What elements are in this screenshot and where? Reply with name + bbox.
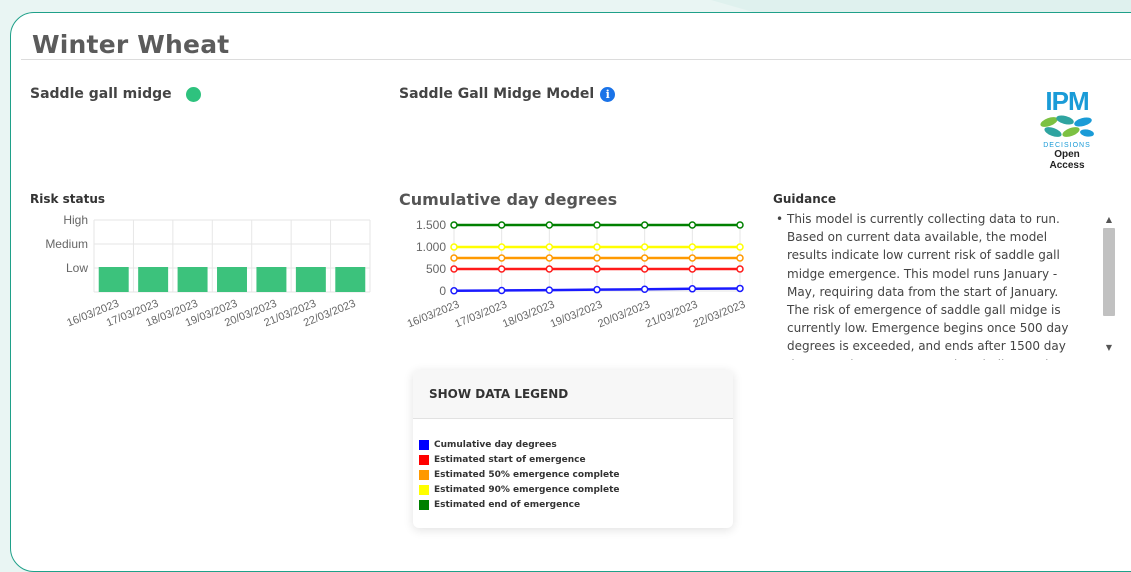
risk-status-dot <box>185 86 201 102</box>
logo-main-text: IPM <box>1045 86 1089 116</box>
model-heading: Saddle Gall Midge Model i <box>399 86 616 102</box>
series-point <box>545 243 554 251</box>
guidance-scroll-area[interactable]: This model is currently collecting data … <box>773 210 1089 360</box>
cumulative-chart-title: Cumulative day degrees <box>399 190 618 209</box>
y-tick-label: Low <box>66 261 88 275</box>
series-point <box>497 243 506 251</box>
series-point <box>736 221 744 229</box>
legend-item: Estimated 90% emergence complete <box>419 482 733 497</box>
x-tick-label: 17/03/2023 <box>453 299 509 331</box>
series-point <box>593 265 601 273</box>
legend-swatch <box>419 454 429 465</box>
series-point <box>497 265 506 273</box>
legend-item: Cumulative day degrees <box>419 437 733 452</box>
model-name: Saddle Gall Midge Model <box>399 86 595 102</box>
x-tick-label: 21/03/2023 <box>644 299 700 331</box>
risk-bar <box>295 267 326 292</box>
x-tick-label: 19/03/2023 <box>549 299 605 331</box>
series-point <box>593 243 601 251</box>
x-tick-label: 20/03/2023 <box>596 299 652 331</box>
risk-bar <box>335 267 366 292</box>
legend-label: Estimated end of emergence <box>434 499 581 510</box>
risk-bar <box>98 267 129 292</box>
series-point <box>497 221 506 229</box>
y-tick-label: 500 <box>426 262 446 276</box>
logo-sub-text: DECISIONS <box>1043 142 1091 149</box>
legend-swatch <box>419 499 429 510</box>
scroll-up-icon[interactable]: ▲ <box>1102 214 1116 226</box>
leaves-icon <box>1040 115 1094 137</box>
series-point <box>450 243 458 251</box>
y-tick-label: High <box>63 213 88 227</box>
series-point <box>688 254 697 262</box>
series-point <box>640 221 649 229</box>
series-point <box>688 221 697 229</box>
series-point <box>545 221 554 229</box>
legend-item: Estimated end of emergence <box>419 497 733 512</box>
pest-heading: Saddle gall midge <box>30 86 201 102</box>
legend-list: Cumulative day degrees Estimated start o… <box>413 419 733 512</box>
series-point <box>450 254 458 262</box>
crop-title: Winter Wheat <box>32 30 238 59</box>
risk-bar <box>217 267 247 292</box>
legend-item: Estimated 50% emergence complete <box>419 467 733 482</box>
cumulative-day-degrees-chart: 0 500 1.000 1.500 16/03/202317/03/202318/03/… <box>406 218 748 331</box>
logo-tag-text: Open Access <box>1049 149 1085 171</box>
series-point <box>640 254 649 262</box>
legend-swatch <box>419 484 429 495</box>
series-point <box>593 254 601 262</box>
series-point <box>450 265 458 273</box>
data-legend-card: SHOW DATA LEGEND Cumulative day degrees … <box>413 370 733 528</box>
legend-label: Estimated start of emergence <box>434 454 586 465</box>
series-point <box>450 287 458 295</box>
x-tick-label: 16/03/2023 <box>406 299 462 331</box>
scrollbar-thumb[interactable] <box>1103 228 1115 316</box>
guidance-scrollbar[interactable]: ▲ ▼ <box>1102 214 1116 354</box>
legend-label: Cumulative day degrees <box>434 439 557 450</box>
risk-bar <box>177 267 208 292</box>
series-point <box>688 285 697 293</box>
y-tick-label: 0 <box>439 284 446 298</box>
title-rule <box>21 59 1131 60</box>
legend-label: Estimated 50% emergence complete <box>434 469 620 480</box>
series-point <box>545 265 554 273</box>
y-tick-label: Medium <box>45 237 88 251</box>
pest-name: Saddle gall midge <box>30 86 172 102</box>
series-point <box>545 254 554 262</box>
info-icon[interactable]: i <box>600 86 616 102</box>
series-point <box>640 285 649 293</box>
legend-swatch <box>419 439 429 450</box>
risk-bar <box>138 267 169 292</box>
guidance-label: Guidance <box>773 192 836 206</box>
series-point <box>736 243 744 251</box>
show-data-legend-toggle[interactable]: SHOW DATA LEGEND <box>413 370 733 419</box>
series-point <box>640 243 649 251</box>
risk-status-label: Risk status <box>30 192 106 206</box>
series-point <box>497 286 506 295</box>
risk-status-chart: LowMediumHigh16/03/202317/03/202318/03/2… <box>45 213 371 329</box>
x-tick-label: 22/03/2023 <box>692 299 748 331</box>
risk-bar <box>256 267 287 292</box>
series-point <box>640 265 649 273</box>
series-point <box>688 265 697 273</box>
series-point <box>688 243 697 251</box>
guidance-text: This model is currently collecting data … <box>773 210 1073 360</box>
x-tick-label: 18/03/2023 <box>501 299 557 331</box>
legend-swatch <box>419 469 429 480</box>
series-point <box>736 254 744 262</box>
series-point <box>497 254 506 262</box>
ipm-decisions-logo: IPM DECISIONS Open Access <box>1036 88 1098 176</box>
series-point <box>593 221 601 229</box>
series-point <box>736 284 744 293</box>
series-point <box>593 285 601 294</box>
scroll-down-icon[interactable]: ▼ <box>1102 342 1116 354</box>
series-point <box>450 221 458 229</box>
legend-label: Estimated 90% emergence complete <box>434 484 620 495</box>
series-point <box>736 265 744 273</box>
y-tick-label: 1.500 <box>416 218 446 232</box>
legend-item: Estimated start of emergence <box>419 452 733 467</box>
series-point <box>545 286 554 294</box>
y-tick-label: 1.000 <box>416 240 446 254</box>
